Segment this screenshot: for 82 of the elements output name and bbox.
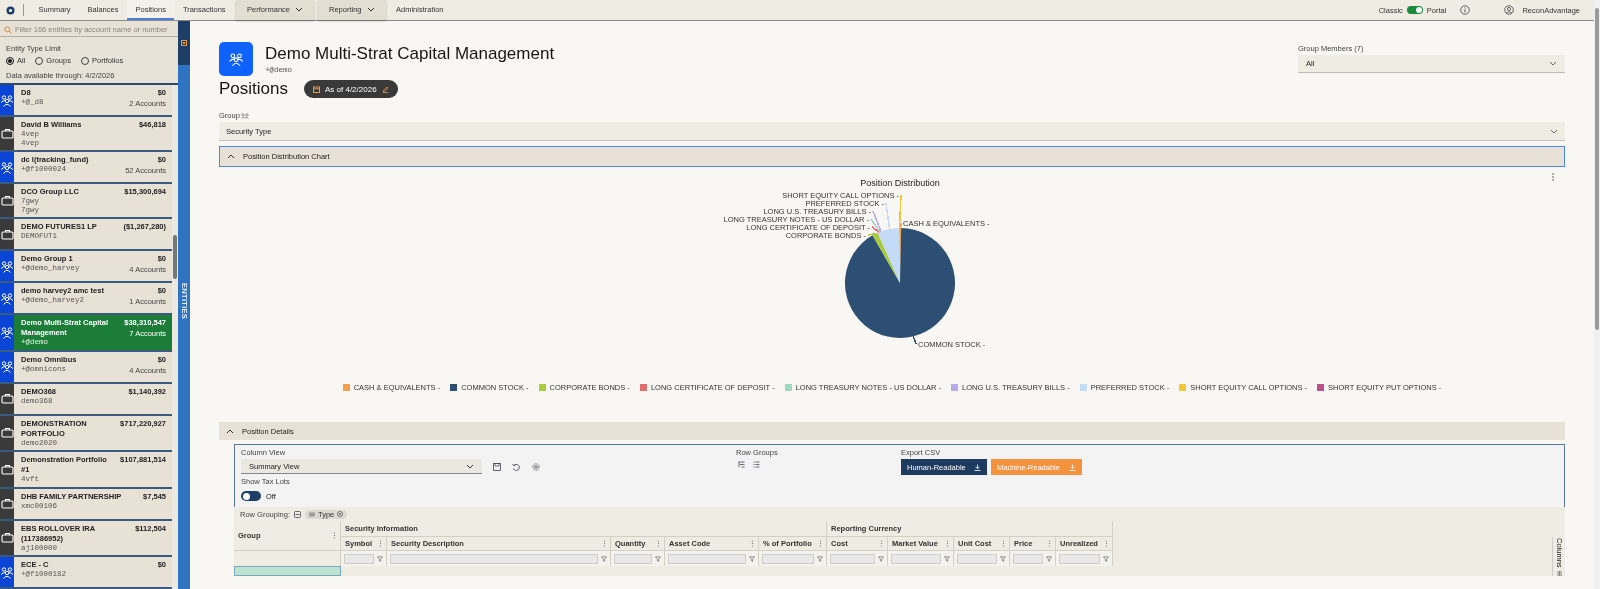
briefcase-icon: [0, 227, 14, 241]
info-icon[interactable]: [1460, 5, 1471, 15]
group-icon: [0, 360, 14, 373]
panel-icon[interactable]: [181, 40, 187, 46]
pencil-icon: [381, 85, 389, 93]
columns-icon: [1556, 570, 1562, 576]
section-title: Positions: [219, 79, 288, 99]
column-menu-icon[interactable]: [657, 540, 660, 547]
filter-icon[interactable]: [749, 555, 755, 562]
table-row[interactable]: [234, 566, 341, 576]
briefcase-icon: [0, 392, 14, 405]
undo-icon[interactable]: [512, 462, 520, 471]
column-menu-icon[interactable]: [819, 540, 822, 547]
chevron-down-icon: [466, 462, 474, 470]
filter-icon[interactable]: [1000, 555, 1006, 562]
column-menu-icon[interactable]: [1105, 540, 1108, 547]
briefcase-icon: [0, 194, 14, 207]
column-menu-icon[interactable]: [880, 540, 883, 547]
filter-field[interactable]: [390, 553, 598, 564]
download-icon: [1069, 463, 1076, 471]
column-menu-icon[interactable]: [751, 540, 754, 547]
column-menu-icon[interactable]: [333, 532, 336, 539]
briefcase-icon: [0, 531, 14, 545]
user-icon[interactable]: [1504, 5, 1515, 15]
group-icon: [0, 291, 14, 305]
group-icon: [0, 93, 14, 107]
filter-field[interactable]: [891, 553, 941, 564]
column-menu-icon[interactable]: [379, 540, 382, 547]
group-icon: [0, 325, 14, 339]
briefcase-icon: [0, 462, 14, 476]
chart-title: Position Distribution: [860, 178, 940, 188]
filter-icon[interactable]: [377, 555, 383, 562]
page-title: Demo Multi-Strat Capital Management: [265, 44, 555, 64]
close-icon[interactable]: [337, 511, 344, 517]
filter-icon[interactable]: [1046, 555, 1052, 562]
settings-icon[interactable]: [532, 462, 540, 471]
chevron-down-icon: [1550, 127, 1558, 135]
logo-icon[interactable]: [6, 5, 15, 15]
briefcase-icon: [0, 497, 14, 510]
filter-field[interactable]: [762, 553, 814, 564]
column-menu-icon[interactable]: [1048, 540, 1051, 547]
filter-field[interactable]: [957, 553, 997, 564]
chevron-down-icon: [295, 5, 303, 13]
chevron-down-icon: [366, 5, 375, 13]
date-chip[interactable]: As of 4/2/2026: [304, 80, 398, 98]
chevron-up-icon: [227, 153, 235, 160]
filter-icon[interactable]: [944, 555, 950, 562]
column-menu-icon[interactable]: [603, 540, 606, 547]
calendar-icon: [313, 85, 320, 93]
filter-field[interactable]: [344, 553, 374, 564]
group-icon: [0, 565, 14, 579]
chevron-up-icon: [226, 427, 234, 435]
group-icon: [0, 160, 14, 174]
filter-field[interactable]: [668, 553, 746, 564]
scrollbar-thumb[interactable]: [173, 235, 177, 279]
column-menu-icon[interactable]: [1002, 540, 1005, 547]
save-icon[interactable]: [493, 462, 501, 471]
group-icon: [0, 259, 14, 273]
filter-icon[interactable]: [655, 555, 661, 562]
briefcase-icon: [0, 426, 14, 440]
filter-field[interactable]: [614, 553, 652, 564]
filter-icon[interactable]: [601, 555, 607, 562]
scrollbar-thumb[interactable]: [1595, 8, 1599, 330]
group-row-icon: [294, 510, 302, 518]
list-icon[interactable]: [753, 461, 760, 468]
tax-lots-toggle[interactable]: [241, 491, 261, 501]
filter-icon[interactable]: [817, 555, 823, 562]
filter-field[interactable]: [1013, 553, 1043, 564]
group-avatar-icon: [219, 42, 253, 76]
lines-icon: [309, 511, 316, 517]
filter-icon[interactable]: [1103, 555, 1109, 562]
search-icon: [4, 26, 12, 34]
chevron-down-icon: [1549, 60, 1557, 67]
briefcase-icon: [0, 127, 14, 140]
download-icon: [974, 463, 981, 471]
filter-field[interactable]: [1059, 553, 1100, 564]
filter-icon[interactable]: [878, 555, 884, 562]
column-menu-icon[interactable]: [946, 540, 949, 547]
filter-field[interactable]: [830, 553, 875, 564]
grouping-icon: [240, 112, 249, 119]
mode-switch[interactable]: [1406, 6, 1423, 14]
tree-icon[interactable]: [738, 461, 745, 468]
